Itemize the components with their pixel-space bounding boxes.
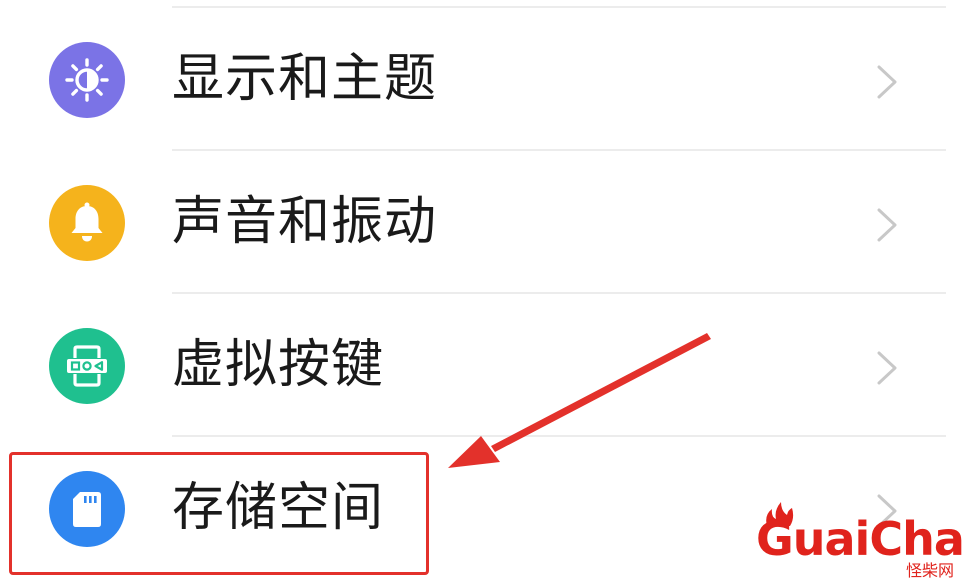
settings-screen: 显示和主题 声音和振动 虚拟按键 存储空间 GuaiChai 怪柴网	[0, 0, 964, 586]
sun-icon	[49, 42, 125, 118]
bell-icon	[49, 185, 125, 261]
settings-item-virtual-keys[interactable]: 虚拟按键	[0, 294, 964, 437]
chevron-right-icon	[877, 208, 897, 242]
settings-item-label: 存储空间	[172, 478, 385, 538]
settings-list: 显示和主题 声音和振动 虚拟按键 存储空间	[0, 8, 964, 580]
chevron-right-icon	[877, 65, 897, 99]
settings-item-display-theme[interactable]: 显示和主题	[0, 8, 964, 151]
sd-card-icon	[49, 471, 125, 547]
settings-item-label: 虚拟按键	[172, 335, 385, 395]
chevron-right-icon	[877, 351, 897, 385]
settings-item-label: 声音和振动	[172, 192, 438, 252]
settings-item-sound-vibration[interactable]: 声音和振动	[0, 151, 964, 294]
chevron-right-icon	[877, 494, 897, 528]
settings-item-storage[interactable]: 存储空间	[0, 437, 964, 580]
virtual-keys-icon	[49, 328, 125, 404]
settings-item-label: 显示和主题	[172, 49, 438, 109]
